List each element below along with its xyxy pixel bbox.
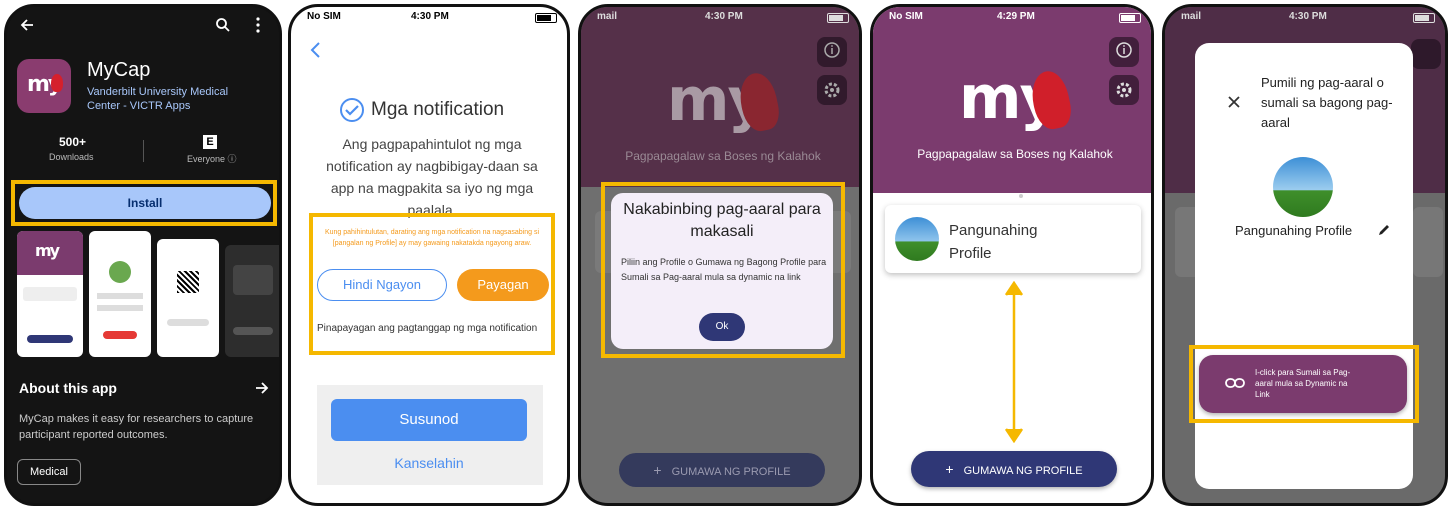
info-button[interactable] — [1411, 39, 1441, 69]
about-title: About this app — [19, 380, 117, 396]
about-text: MyCap makes it easy for researchers to c… — [19, 413, 254, 441]
status-time: 4:30 PM — [705, 11, 743, 22]
status-time: 4:30 PM — [411, 11, 449, 22]
next-label: Susunod — [399, 411, 459, 428]
divider — [143, 140, 144, 162]
page-title: Mga notification — [371, 99, 505, 120]
category-chip[interactable]: Medical — [17, 459, 81, 485]
create-profile-button[interactable]: + GUMAWA NG PROFILE — [619, 453, 825, 487]
create-profile-label: GUMAWA NG PROFILE — [963, 465, 1083, 477]
profile-name: Pangunahing Profile — [1235, 223, 1353, 238]
profile-card[interactable]: Pangunahing Profile — [885, 205, 1141, 273]
screenshot-thumb[interactable]: my — [17, 231, 83, 357]
pending-study-screen: mail 4:30 PM my Pagpapagalaw sa Boses ng… — [578, 4, 862, 506]
battery-icon — [827, 13, 849, 23]
install-highlight — [11, 180, 277, 226]
join-highlight — [1189, 345, 1419, 423]
status-time: 4:29 PM — [997, 11, 1035, 22]
info-button[interactable] — [1109, 37, 1139, 67]
join-study-screen: mail 4:30 PM Pumili ng pag-aaral o sumal… — [1162, 4, 1448, 506]
downloads-label: Downloads — [49, 152, 94, 162]
plus-icon: + — [653, 462, 662, 478]
notification-screen: No SIM 4:30 PM Mga notification Ang pagp… — [288, 4, 570, 506]
status-time: 4:30 PM — [1289, 11, 1327, 22]
bg-card-right — [1413, 207, 1443, 277]
back-chevron-icon[interactable] — [309, 41, 321, 59]
plus-icon: + — [945, 461, 954, 477]
next-button[interactable]: Susunod — [331, 399, 527, 441]
back-arrow-icon[interactable] — [19, 17, 35, 33]
scroll-indicator-arrow — [1001, 281, 1027, 443]
about-arrow-icon[interactable] — [255, 381, 269, 395]
thumb-logo: my — [35, 241, 60, 260]
battery-icon — [535, 13, 557, 23]
profile-name: Pangunahing Profile — [949, 222, 1038, 262]
play-store-screen: my MyCap Vanderbilt University Medical C… — [4, 4, 282, 506]
rating-icon: E — [203, 135, 217, 149]
edit-pencil-icon[interactable] — [1377, 223, 1391, 237]
status-carrier: mail — [1181, 11, 1202, 22]
status-carrier: No SIM — [307, 11, 341, 22]
screenshot-thumb[interactable] — [157, 239, 219, 357]
status-carrier: mail — [597, 11, 618, 22]
app-icon: my — [17, 59, 71, 113]
close-icon[interactable] — [1227, 95, 1241, 109]
settings-button[interactable] — [1109, 75, 1139, 105]
more-options-icon[interactable] — [255, 17, 261, 33]
search-icon[interactable] — [215, 17, 231, 33]
profile-avatar — [1273, 157, 1333, 217]
subtitle: Pagpapagalaw sa Boses ng Kalahok — [917, 147, 1113, 161]
permission-highlight — [309, 213, 555, 355]
create-profile-button[interactable]: + GUMAWA NG PROFILE — [911, 451, 1117, 487]
status-carrier: No SIM — [889, 11, 923, 22]
page-dots — [1003, 185, 1024, 203]
dialog-highlight — [601, 182, 845, 358]
profile-avatar — [895, 217, 939, 261]
sheet-title: Pumili ng pag-aaral o sumali sa bagong p… — [1261, 75, 1393, 130]
info-button[interactable] — [817, 37, 847, 67]
check-circle-icon — [339, 97, 365, 123]
cancel-link[interactable]: Kanselahin — [331, 455, 527, 471]
create-profile-label: GUMAWA NG PROFILE — [671, 466, 791, 478]
battery-icon — [1119, 13, 1141, 23]
app-name: MyCap — [87, 59, 151, 81]
developer-link[interactable]: Vanderbilt University Medical Center - V… — [87, 85, 257, 113]
downloads-count: 500+ — [59, 135, 87, 149]
profile-list-screen: No SIM 4:29 PM my Pagpapagalaw sa Boses … — [870, 4, 1154, 506]
subtitle: Pagpapagalaw sa Boses ng Kalahok — [625, 149, 821, 163]
red-bird-icon — [51, 74, 63, 92]
chip-label: Medical — [30, 466, 68, 478]
settings-button[interactable] — [817, 75, 847, 105]
screenshot-thumb[interactable] — [89, 231, 151, 357]
screenshot-thumb[interactable] — [225, 245, 279, 357]
battery-icon — [1413, 13, 1435, 23]
rating-label: Everyone ⓘ — [187, 154, 237, 164]
description: Ang pagpapahintulot ng mga notification … — [326, 136, 538, 218]
